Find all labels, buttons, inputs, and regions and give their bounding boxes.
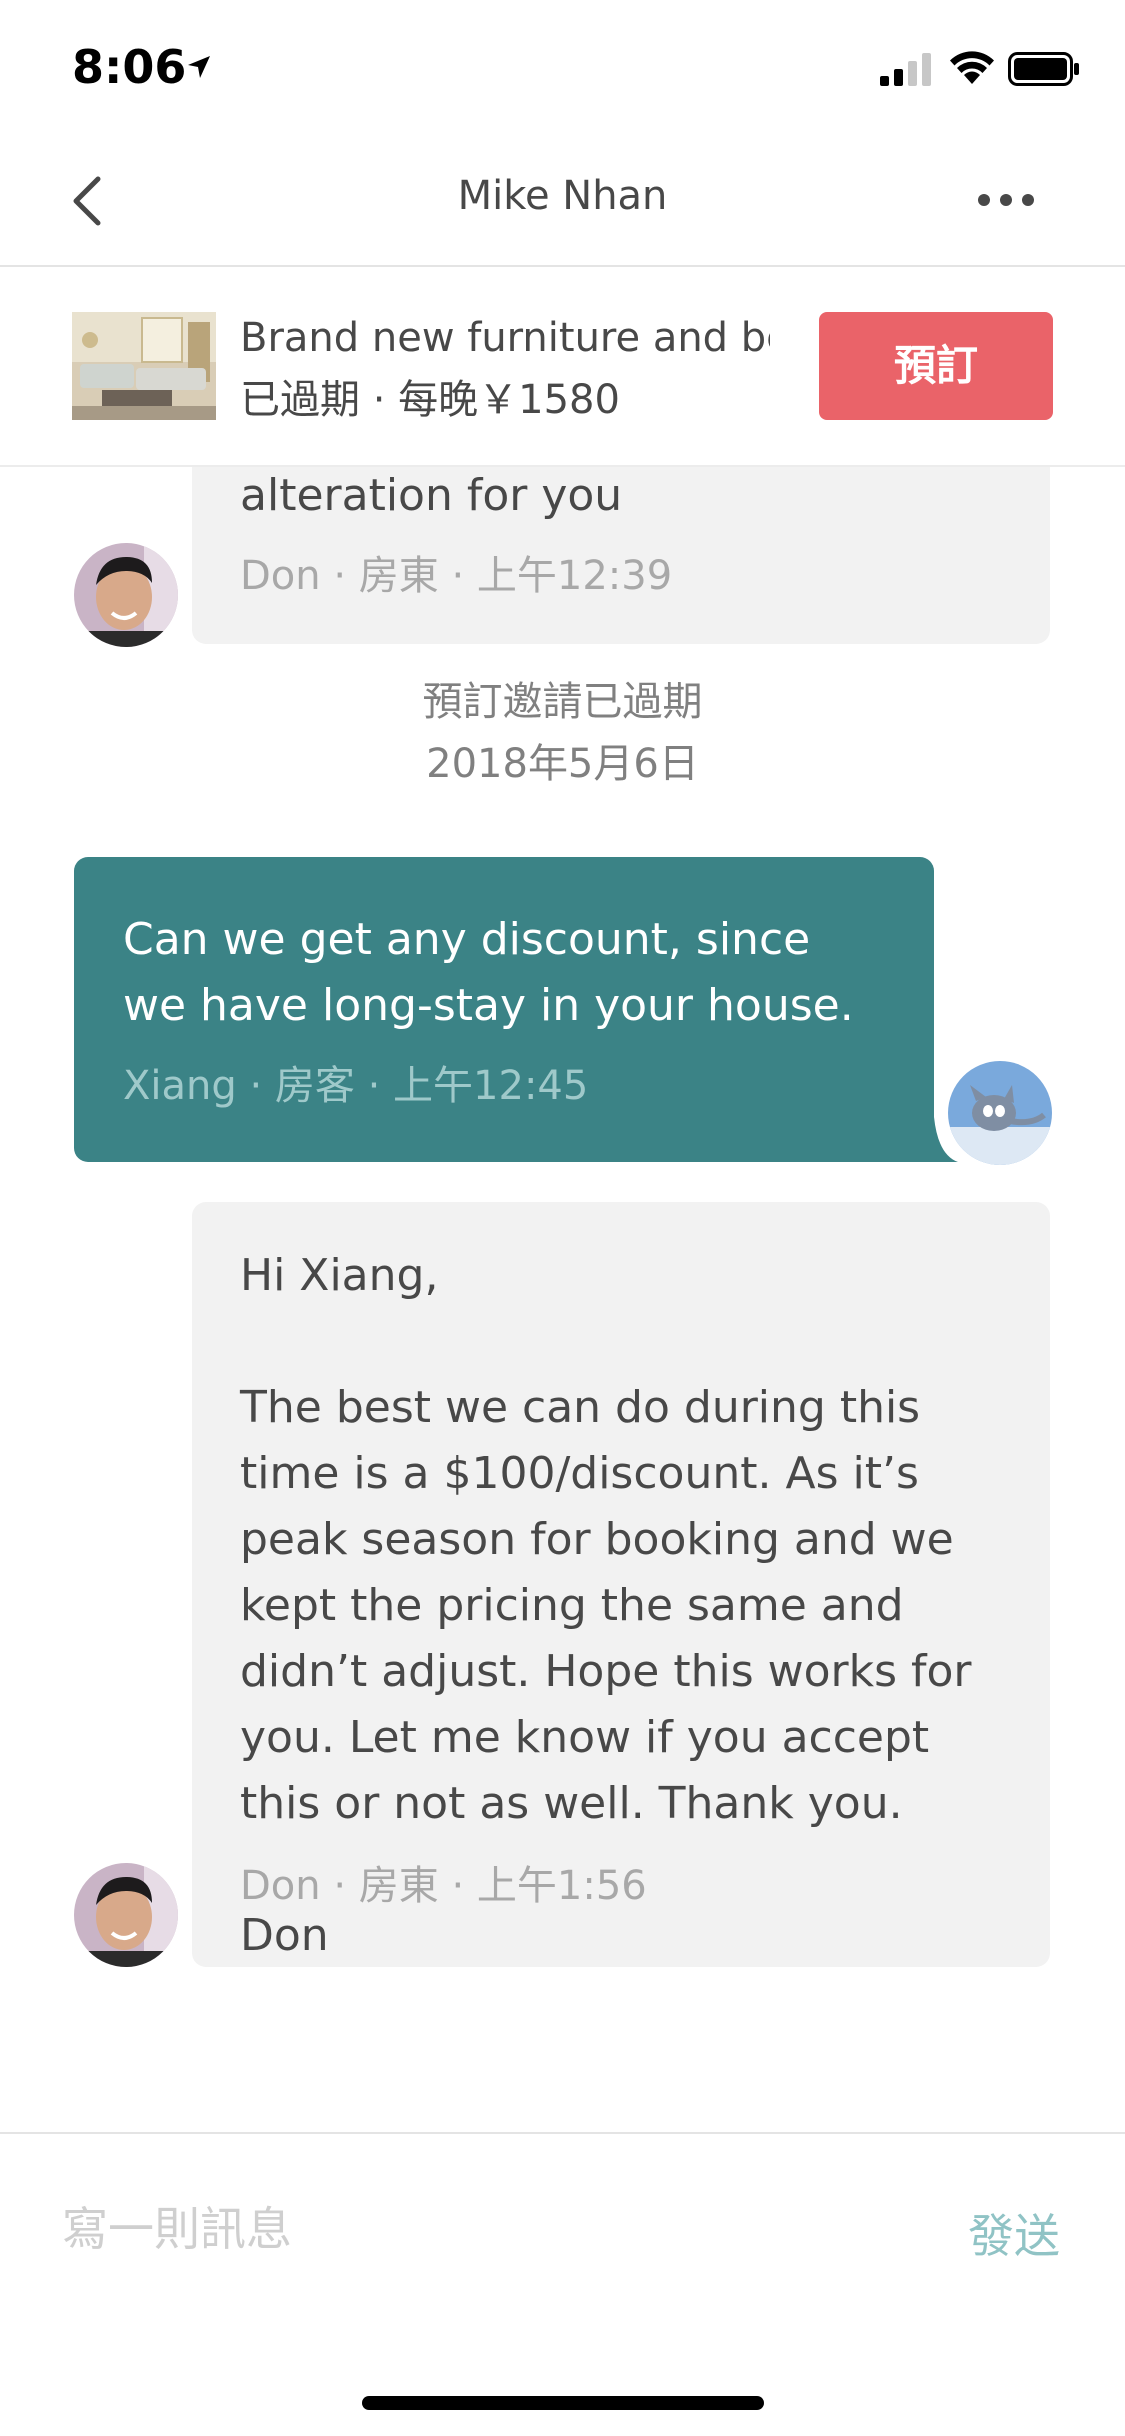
message-composer: 發送 [0, 2132, 1125, 2304]
status-bar: 8:06 [0, 0, 1125, 135]
system-notice-title: 預訂邀請已過期 [422, 679, 703, 725]
message-text: Can we get any discount, since we have l… [123, 914, 854, 1031]
listing-title: Brand new furniture and be [240, 315, 770, 361]
location-arrow-icon [188, 56, 210, 78]
message-meta: Xiang · 房客 · 上午12:45 [123, 1063, 589, 1109]
nav-bar: Mike Nhan [0, 135, 1125, 267]
conversation-title: Mike Nhan [457, 173, 668, 219]
message-input[interactable] [62, 2202, 862, 2256]
guest-avatar[interactable] [942, 1055, 1058, 1171]
wifi-icon [950, 51, 994, 84]
home-indicator[interactable] [362, 2396, 764, 2410]
listing-status-price: 已過期 · 每晚￥1580 [240, 377, 620, 423]
message-meta: Don · 房東 · 上午1:56 [240, 1863, 647, 1909]
message-thread[interactable]: alteration for you Don · 房東 · 上午12:39 預訂… [0, 467, 1125, 2132]
message-text: alteration for you [240, 470, 623, 521]
cellular-signal-icon [880, 53, 931, 86]
status-time: 8:06 [72, 40, 187, 94]
message-meta: Don · 房東 · 上午12:39 [240, 553, 673, 599]
system-notice-date: 2018年5月6日 [426, 741, 699, 787]
host-avatar[interactable] [68, 537, 184, 653]
battery-icon [1008, 52, 1079, 86]
listing-thumbnail[interactable] [72, 312, 216, 420]
listing-summary[interactable]: Brand new furniture and be 已過期 · 每晚￥1580… [0, 267, 1125, 467]
send-button[interactable]: 發送 [968, 2200, 1060, 2266]
host-avatar[interactable] [68, 1857, 184, 1973]
book-button[interactable]: 預訂 [819, 312, 1053, 420]
more-horizontal-icon[interactable] [975, 177, 1037, 223]
